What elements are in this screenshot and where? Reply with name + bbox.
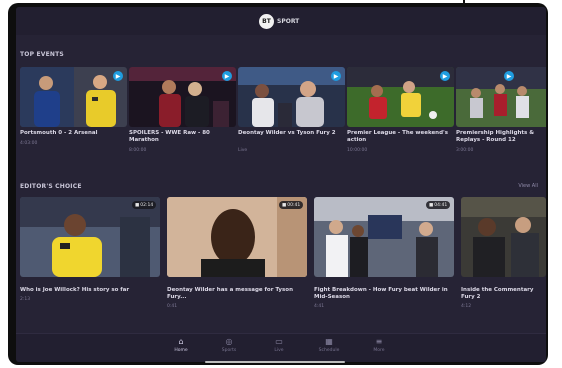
top-event-card[interactable]: ▶ Premier League - The weekend's action … (347, 67, 454, 153)
tab-label: Live (274, 348, 284, 353)
card-title: Fight Breakdown - How Fury beat Wilder i… (314, 287, 448, 300)
ball-icon: ◎ (225, 337, 233, 346)
card-meta: 4:03:00 (20, 141, 38, 146)
tv-icon: ▭ (275, 337, 283, 346)
play-icon: ▶ (504, 71, 514, 81)
duration-text: 02:14 (140, 202, 154, 208)
thumbnail[interactable]: ▶ (238, 67, 345, 127)
duration-pill: ■ 04:41 (426, 201, 451, 209)
tab-label: Sports (221, 348, 237, 353)
top-event-card[interactable]: ▶ Premiership Highlights & Replays - Rou… (456, 67, 546, 153)
video-icon: ■ (135, 202, 140, 208)
menu-icon: ≡ (375, 337, 383, 346)
bottom-nav: ⌂ Home ◎ Sports ▭ Live ▦ Schedule ≡ More (16, 333, 546, 362)
top-event-card[interactable]: ▶ SPOILERS - WWE Raw - 80 Marathon 8:00:… (129, 67, 236, 153)
tab-more[interactable]: ≡ More (362, 337, 396, 354)
tab-label: Home (174, 348, 188, 353)
status-mark (463, 0, 465, 5)
card-title: Premiership Highlights & Replays - Round… (456, 130, 535, 143)
card-meta: 8:00:00 (129, 148, 147, 153)
thumbnail[interactable] (461, 197, 546, 277)
play-icon: ▶ (222, 71, 232, 81)
thumbnail[interactable]: ▶ (347, 67, 454, 127)
tab-live[interactable]: ▭ Live (262, 337, 296, 354)
logo-word: SPORT (277, 17, 300, 25)
thumbnail[interactable]: ■ 00:41 (167, 197, 307, 277)
thumbnail-image (347, 67, 454, 127)
card-title: Premier League - The weekend's action (347, 130, 448, 143)
play-icon: ▶ (331, 71, 341, 81)
duration-text: 04:41 (434, 202, 448, 208)
logo-mark: BT (259, 13, 274, 29)
duration-pill: ■ 00:41 (279, 201, 304, 209)
thumbnail[interactable]: ■ 02:14 (20, 197, 160, 277)
top-event-card[interactable]: ▶ Deontay Wilder vs Tyson Fury 2 Live (238, 67, 345, 153)
card-meta: 10:00:00 (347, 148, 368, 153)
thumbnail[interactable]: ▶ (456, 67, 546, 127)
card-title: Deontay Wilder vs Tyson Fury 2 (238, 130, 336, 136)
card-title: Deontay Wilder has a message for Tyson F… (167, 287, 293, 300)
duration-text: 00:41 (287, 202, 301, 208)
thumbnail-image (238, 67, 345, 127)
thumbnail[interactable]: ■ 04:41 (314, 197, 454, 277)
card-meta: 4:41 (314, 304, 325, 309)
editors-choice-card[interactable]: ■ 04:41 Fight Breakdown - How Fury beat … (314, 197, 454, 317)
card-meta: 3:00:00 (456, 148, 474, 153)
top-event-card[interactable]: ▶ Portsmouth 0 - 2 Arsenal 4:03:00 (20, 67, 127, 147)
section-title-top-events: TOP EVENTS (20, 51, 64, 58)
card-title: Inside the Commentary Fury 2 (461, 287, 534, 300)
editors-choice-card[interactable]: Inside the Commentary Fury 2 4:12 (461, 197, 546, 317)
thumbnail[interactable]: ▶ (20, 67, 127, 127)
thumbnail-image (20, 67, 127, 127)
tab-home[interactable]: ⌂ Home (164, 337, 198, 354)
thumbnail-image (20, 197, 160, 277)
editors-choice-card[interactable]: ■ 02:14 Who is Joe Willock? His story so… (20, 197, 160, 317)
bt-sport-logo[interactable]: BT SPORT (259, 11, 299, 31)
thumbnail-image (167, 197, 307, 277)
section-title-editors-choice: EDITOR'S CHOICE (20, 183, 82, 190)
card-meta: Live (238, 148, 248, 153)
thumbnail[interactable]: ▶ (129, 67, 236, 127)
calendar-icon: ▦ (325, 337, 333, 346)
card-title: Portsmouth 0 - 2 Arsenal (20, 130, 98, 136)
card-title: Who is Joe Willock? His story so far (20, 287, 130, 293)
view-all-link[interactable]: View All (518, 183, 538, 189)
app-screen: BT SPORT TOP EVENTS ▶ Portsmouth 0 - 2 A… (16, 7, 546, 362)
card-title: SPOILERS - WWE Raw - 80 Marathon (129, 130, 210, 143)
card-meta: 4:12 (461, 304, 472, 309)
thumbnail-image (461, 197, 546, 277)
thumbnail-image (129, 67, 236, 127)
play-icon: ▶ (440, 71, 450, 81)
video-icon: ■ (282, 202, 287, 208)
tab-label: Schedule (318, 348, 340, 353)
duration-pill: ■ 02:14 (132, 201, 157, 209)
video-icon: ■ (429, 202, 434, 208)
thumbnail-image (456, 67, 546, 127)
thumbnail-image (314, 197, 454, 277)
card-meta: 2:13 (20, 297, 31, 302)
editors-choice-card[interactable]: ■ 00:41 Deontay Wilder has a message for… (167, 197, 307, 317)
top-bar: BT SPORT (16, 7, 546, 35)
tab-label: More (373, 348, 385, 353)
tab-sports[interactable]: ◎ Sports (212, 337, 246, 354)
home-icon: ⌂ (178, 337, 184, 346)
home-indicator[interactable] (205, 361, 345, 363)
play-icon: ▶ (113, 71, 123, 81)
tab-schedule[interactable]: ▦ Schedule (312, 337, 346, 354)
card-meta: 0:41 (167, 304, 178, 309)
